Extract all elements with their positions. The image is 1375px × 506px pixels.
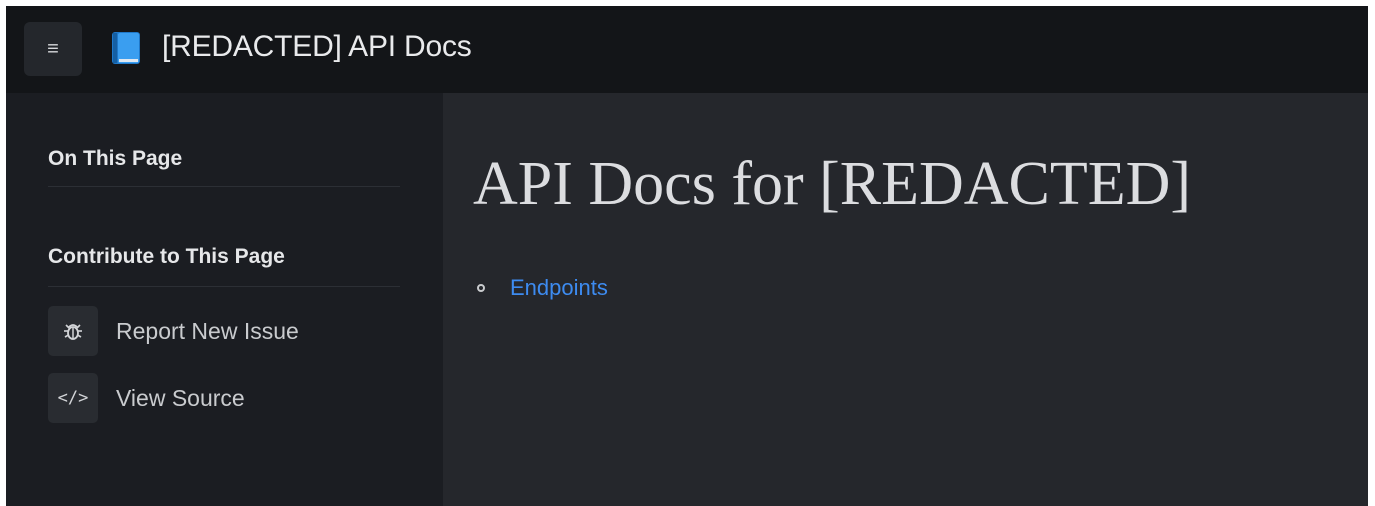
contribute-heading: Contribute to This Page xyxy=(48,245,285,268)
divider xyxy=(48,286,400,287)
toc-link-endpoints[interactable]: Endpoints xyxy=(510,275,608,301)
sidebar: On This Page Contribute to This Page Rep… xyxy=(6,93,443,506)
divider xyxy=(48,186,400,187)
app-window: ≡ [REDACTED] API Docs On This Page Contr… xyxy=(6,6,1368,506)
list-item: Endpoints xyxy=(477,273,608,303)
bug-icon xyxy=(48,306,98,356)
page-title: API Docs for [REDACTED] xyxy=(473,150,1192,218)
top-bar: ≡ [REDACTED] API Docs xyxy=(6,6,1368,93)
table-of-contents: Endpoints xyxy=(477,273,608,303)
main-content: API Docs for [REDACTED] Endpoints xyxy=(443,93,1368,506)
on-this-page-heading: On This Page xyxy=(48,147,183,170)
view-source-link[interactable]: </> View Source xyxy=(48,372,400,424)
app-title[interactable]: [REDACTED] API Docs xyxy=(162,30,472,64)
report-new-issue-link[interactable]: Report New Issue xyxy=(48,305,400,357)
hamburger-menu-icon: ≡ xyxy=(47,38,59,60)
blue-book-icon xyxy=(112,32,140,64)
code-icon: </> xyxy=(48,373,98,423)
bullet-icon xyxy=(477,284,485,292)
view-source-label: View Source xyxy=(116,384,245,411)
report-new-issue-label: Report New Issue xyxy=(116,317,299,344)
menu-toggle-button[interactable]: ≡ xyxy=(24,22,82,76)
